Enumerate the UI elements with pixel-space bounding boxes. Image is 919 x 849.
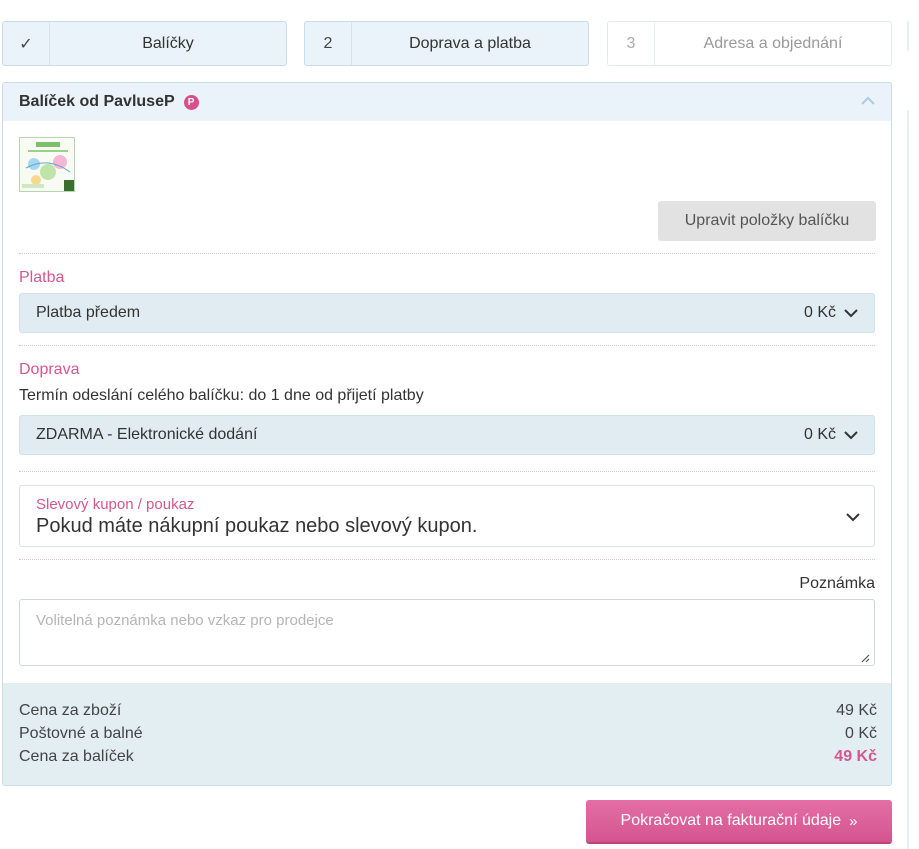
seller-badge-icon: P bbox=[183, 94, 199, 110]
step-1-label: Balíčky bbox=[142, 34, 194, 52]
product-thumbnail[interactable] bbox=[19, 137, 75, 192]
package-panel: Balíček od PavluseP P Upravit položky ba… bbox=[2, 82, 892, 786]
shipping-label: Doprava bbox=[19, 361, 80, 378]
divider bbox=[19, 345, 875, 346]
seller-note-input[interactable] bbox=[19, 599, 875, 666]
shipping-selected-option: ZDARMA - Elektronické dodání bbox=[36, 426, 258, 443]
payment-label: Platba bbox=[19, 269, 65, 286]
shipping-select[interactable]: ZDARMA - Elektronické dodání 0 Kč bbox=[19, 415, 875, 455]
payment-price: 0 Kč bbox=[803, 304, 836, 321]
chevron-down-icon bbox=[844, 431, 858, 440]
coupon-toggle[interactable]: Slevový kupon / poukaz Pokud máte nákupn… bbox=[19, 485, 875, 547]
resize-handle-icon[interactable] bbox=[860, 653, 870, 663]
step-shipping-payment[interactable]: 2 Doprava a platba bbox=[304, 21, 589, 66]
total-price-row: Cena za balíček 49 Kč bbox=[19, 745, 877, 768]
step-2-number: 2 bbox=[305, 22, 352, 65]
shipping-price-label: Poštovné a balné bbox=[19, 725, 143, 742]
chevron-down-icon bbox=[844, 309, 858, 318]
total-price-label: Cena za balíček bbox=[19, 748, 134, 765]
edit-package-items-button[interactable]: Upravit položky balíčku bbox=[658, 201, 876, 241]
payment-select[interactable]: Platba předem 0 Kč bbox=[19, 293, 875, 333]
step-1-check: ✓ bbox=[3, 22, 50, 65]
side-panel-edge bbox=[907, 110, 909, 849]
divider bbox=[19, 471, 875, 472]
checkout-steps: ✓ Balíčky 2 Doprava a platba 3 Adresa a … bbox=[2, 21, 892, 66]
divider bbox=[19, 559, 875, 560]
package-header[interactable]: Balíček od PavluseP P bbox=[3, 83, 891, 121]
product-image-icon bbox=[20, 138, 74, 191]
note-label: Poznámka bbox=[799, 575, 875, 592]
continue-to-billing-button[interactable]: Pokračovat na fakturační údaje » bbox=[586, 800, 892, 842]
price-summary: Cena za zboží 49 Kč Poštovné a balné 0 K… bbox=[3, 683, 891, 785]
step-address-order: 3 Adresa a objednání bbox=[607, 21, 892, 66]
step-2-label: Doprava a platba bbox=[409, 34, 531, 52]
chevron-down-icon bbox=[846, 513, 860, 522]
coupon-label: Slevový kupon / poukaz bbox=[36, 496, 195, 513]
side-panel-edge bbox=[907, 21, 909, 51]
chevron-up-icon[interactable] bbox=[860, 93, 876, 109]
goods-price-value: 49 Kč bbox=[836, 702, 877, 719]
step-3-label: Adresa a objednání bbox=[703, 34, 843, 52]
shipping-price-row: Poštovné a balné 0 Kč bbox=[19, 722, 877, 745]
step-packages[interactable]: ✓ Balíčky bbox=[2, 21, 287, 66]
package-title: Balíček od PavluseP bbox=[19, 93, 175, 110]
coupon-hint: Pokud máte nákupní poukaz nebo slevový k… bbox=[36, 515, 478, 537]
step-3-number: 3 bbox=[608, 22, 655, 65]
shipping-price-value: 0 Kč bbox=[844, 725, 877, 742]
goods-price-label: Cena za zboží bbox=[19, 702, 122, 719]
goods-price-row: Cena za zboží 49 Kč bbox=[19, 699, 877, 722]
total-price-value: 49 Kč bbox=[834, 748, 877, 765]
continue-button-label: Pokračovat na fakturační údaje bbox=[620, 812, 842, 829]
payment-selected-option: Platba předem bbox=[36, 304, 141, 321]
shipping-dispatch-note: Termín odeslání celého balíčku: do 1 dne… bbox=[19, 387, 424, 404]
shipping-price: 0 Kč bbox=[803, 426, 836, 443]
divider bbox=[19, 253, 875, 254]
double-chevron-right-icon: » bbox=[849, 812, 858, 830]
